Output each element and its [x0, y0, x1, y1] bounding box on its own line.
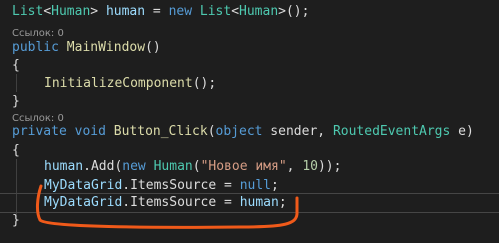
token: null	[239, 178, 271, 193]
token: public	[12, 40, 59, 55]
token: MainWindow	[66, 40, 146, 55]
code-editor[interactable]: List<Human> human = new List<Human>(); С…	[0, 0, 499, 243]
token: human	[105, 4, 146, 19]
token: MyDataGrid	[44, 195, 123, 210]
token: >	[90, 4, 106, 19]
token: e)	[450, 124, 474, 139]
token: ()	[145, 40, 161, 55]
token: 10	[302, 159, 318, 174]
code-line-4[interactable]: InitializeComponent();	[44, 74, 216, 94]
token: new	[122, 159, 146, 174]
token: ItemsSource	[130, 195, 217, 210]
token: Human	[153, 159, 193, 174]
token: (	[207, 124, 216, 139]
code-line-8[interactable]: human.Add(new Human("Новое имя", 10));	[44, 157, 341, 177]
token: =	[216, 178, 240, 193]
token: (	[192, 159, 201, 174]
token: ();	[192, 76, 217, 91]
token: human	[239, 195, 279, 210]
token: InitializeComponent	[44, 76, 193, 91]
token: ;	[278, 195, 287, 210]
token: ;	[271, 178, 279, 193]
token: .	[122, 195, 131, 210]
token: "Новое имя"	[200, 159, 287, 174]
token: object	[215, 124, 263, 139]
token: ItemsSource	[130, 178, 217, 193]
token: human	[44, 159, 84, 174]
code-line-11[interactable]: }	[12, 211, 20, 231]
code-line-10[interactable]: MyDataGrid.ItemsSource = human;	[44, 193, 287, 213]
token: List	[12, 4, 44, 19]
token: List	[199, 4, 232, 19]
token: void	[74, 124, 106, 139]
indent-guide	[16, 74, 17, 92]
token: <	[43, 4, 52, 19]
token: new	[168, 4, 193, 19]
token: Human	[51, 4, 91, 19]
token: =	[216, 195, 240, 210]
token: .Add(	[83, 159, 123, 174]
code-line-6[interactable]: private void Button_Click(object sender,…	[12, 122, 474, 142]
code-line-5[interactable]: }	[12, 92, 20, 112]
code-line-1[interactable]: List<Human> human = new List<Human>();	[12, 2, 309, 22]
code-line-2[interactable]: public MainWindow()	[12, 38, 161, 58]
token: private	[12, 124, 67, 139]
token: ,	[286, 159, 303, 174]
token: RoutedEventArgs	[332, 124, 451, 139]
code-line-3[interactable]: {	[12, 56, 20, 76]
token: =	[145, 4, 169, 19]
token: >();	[278, 4, 310, 19]
token: Human	[239, 4, 279, 19]
token: sender,	[262, 124, 333, 139]
token: <	[231, 4, 240, 19]
token: Button_Click	[113, 124, 208, 139]
token: MyDataGrid	[44, 178, 123, 193]
token: ));	[317, 159, 342, 174]
code-line-7[interactable]: {	[12, 141, 20, 161]
token: .	[122, 178, 131, 193]
